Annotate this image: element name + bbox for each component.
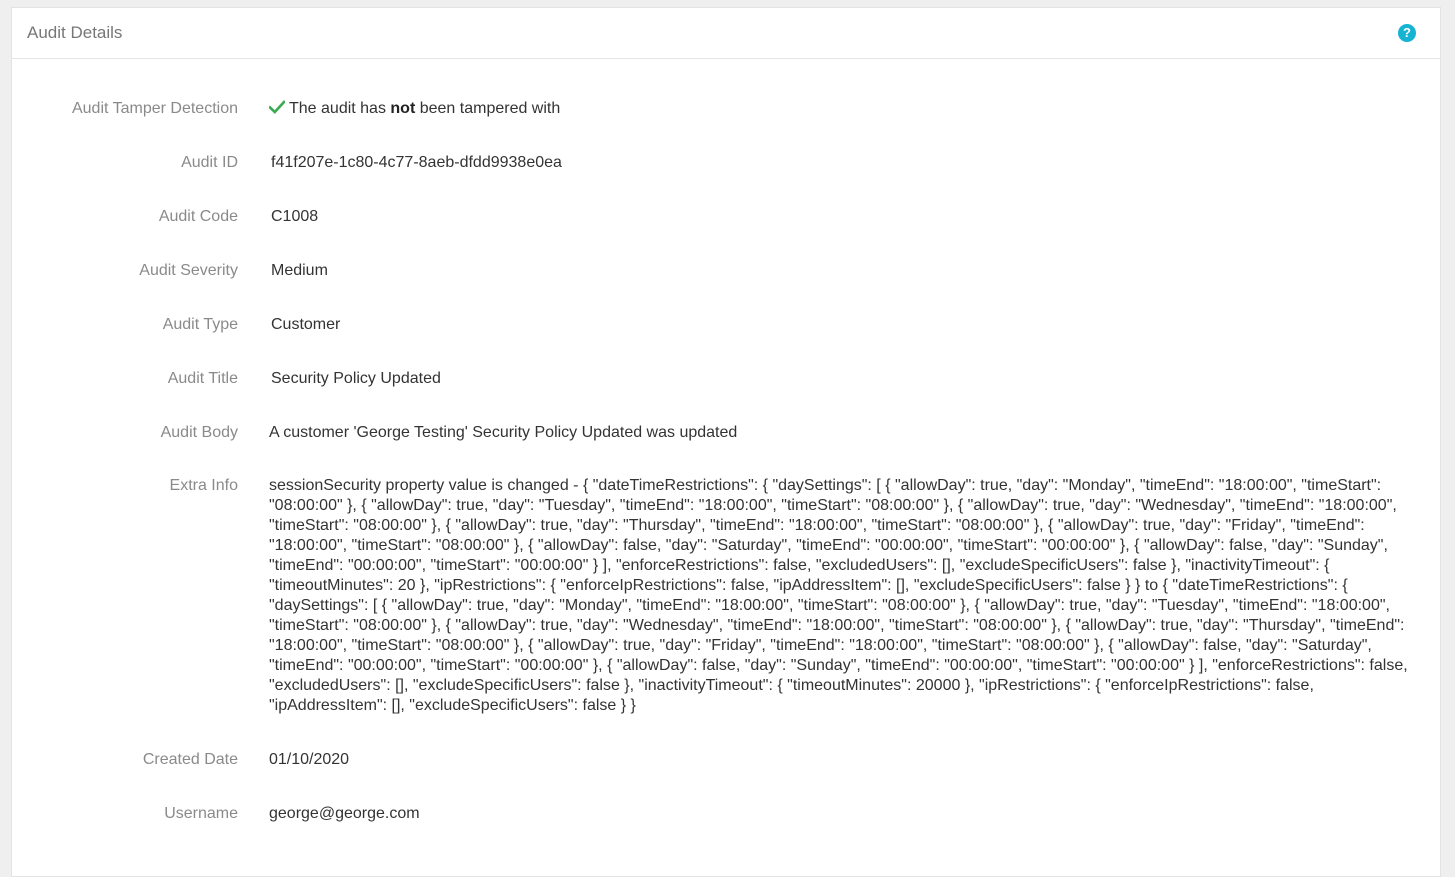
audit-id-value: f41f207e-1c80-4c77-8aeb-dfdd9938e0ea: [271, 154, 562, 171]
tamper-text-bold: not: [390, 100, 416, 117]
question-circle-icon[interactable]: ?: [1398, 24, 1416, 42]
field-label: Audit Title: [167, 370, 238, 387]
field-label: Audit Body: [160, 424, 238, 441]
panel-header: Audit Details ?: [12, 8, 1440, 59]
username-value: george@george.com: [269, 805, 420, 822]
tamper-status-value: The audit has not been tampered with: [269, 99, 1409, 119]
extra-info-value: sessionSecurity property value is change…: [269, 477, 1408, 714]
field-label: Created Date: [142, 751, 238, 768]
field-label: Audit Severity: [139, 262, 238, 279]
audit-severity-value: Medium: [271, 262, 328, 279]
created-date-value: 01/10/2020: [269, 751, 350, 768]
audit-body-value: A customer 'George Testing' Security Pol…: [269, 424, 738, 441]
audit-title-value: Security Policy Updated: [271, 370, 441, 387]
panel-title: Audit Details: [27, 23, 123, 42]
field-label: Username: [164, 805, 238, 822]
field-label: Audit Tamper Detection: [71, 100, 238, 117]
audit-code-value: C1008: [271, 208, 319, 225]
field-label: Audit ID: [181, 154, 238, 171]
audit-details-panel: Audit Details ? Audit Tamper Detection T…: [11, 7, 1441, 877]
field-label: Extra Info: [169, 477, 238, 494]
check-icon: [269, 100, 285, 114]
field-label: Audit Code: [158, 208, 238, 225]
tamper-text-suffix: been tampered with: [415, 100, 561, 117]
audit-type-value: Customer: [271, 316, 341, 333]
field-label: Audit Type: [162, 316, 238, 333]
tamper-text-prefix: The audit has: [289, 100, 391, 117]
